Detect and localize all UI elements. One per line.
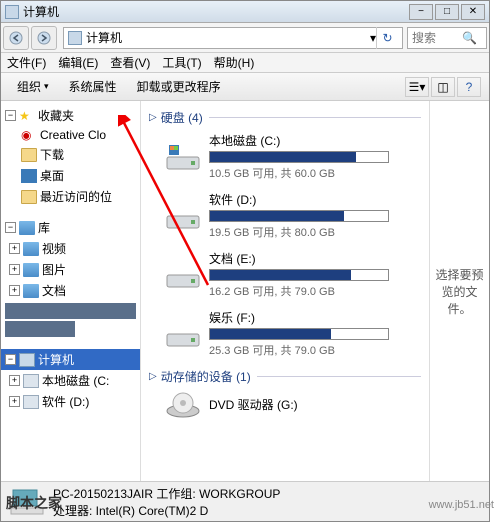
view-options-button[interactable]: ☰▾ bbox=[405, 77, 429, 97]
usage-bar bbox=[209, 151, 389, 163]
command-bar: 组织 系统属性 卸载或更改程序 ☰▾ ◫ ? bbox=[1, 73, 489, 101]
tree-item[interactable]: +图片 bbox=[1, 259, 140, 280]
usage-bar bbox=[209, 269, 389, 281]
preview-text: 选择要预览的文件。 bbox=[434, 266, 485, 317]
drive-stats: 16.2 GB 可用, 共 79.0 GB bbox=[209, 283, 421, 299]
usage-bar bbox=[209, 328, 389, 340]
tree-item[interactable]: 下载 bbox=[1, 144, 140, 165]
preview-pane: 选择要预览的文件。 bbox=[429, 101, 489, 481]
hard-drive-icon bbox=[165, 320, 201, 348]
computer-icon bbox=[19, 353, 35, 367]
status-line1: PC-20150213JAIR 工作组: WORKGROUP bbox=[53, 485, 280, 502]
forward-button[interactable] bbox=[31, 26, 57, 50]
drive-icon bbox=[23, 374, 39, 388]
explorer-window: 计算机 − □ ✕ 计算机 ▾ ↻ 🔍 文件(F) 编辑(E) 查看(V) 工具… bbox=[0, 0, 490, 522]
address-text: 计算机 bbox=[86, 29, 122, 46]
drive-stats: 10.5 GB 可用, 共 60.0 GB bbox=[209, 165, 421, 181]
expand-icon[interactable]: + bbox=[9, 396, 20, 407]
tree-item[interactable]: +视频 bbox=[1, 238, 140, 259]
libraries-icon bbox=[19, 221, 35, 235]
hard-drive-icon bbox=[165, 202, 201, 230]
search-input[interactable] bbox=[412, 31, 462, 45]
desktop-icon bbox=[21, 169, 37, 183]
tree-item[interactable]: ◉Creative Clo bbox=[1, 126, 140, 144]
drive-dvd[interactable]: DVD 驱动器 (G:) bbox=[165, 391, 421, 419]
usage-bar bbox=[209, 210, 389, 222]
tree-item[interactable]: +软件 (D:) bbox=[1, 391, 140, 412]
drive-name: 文档 (E:) bbox=[209, 250, 421, 267]
collapse-icon[interactable]: − bbox=[5, 110, 16, 121]
star-icon: ★ bbox=[19, 109, 35, 123]
drive-name: DVD 驱动器 (G:) bbox=[209, 396, 421, 413]
content-area: −★收藏夹 ◉Creative Clo 下载 桌面 最近访问的位 −库 +视频 … bbox=[1, 101, 489, 481]
expand-icon[interactable]: + bbox=[9, 375, 20, 386]
drive-name: 软件 (D:) bbox=[209, 191, 421, 208]
collapse-icon[interactable]: − bbox=[5, 354, 16, 365]
main-pane: 硬盘 (4) 本地磁盘 (C:) 10.5 GB 可用, 共 60.0 GB 软… bbox=[141, 101, 429, 481]
hard-drive-icon bbox=[165, 261, 201, 289]
tree-item[interactable]: +文档 bbox=[1, 280, 140, 301]
address-bar[interactable]: 计算机 ▾ ↻ bbox=[63, 27, 403, 49]
computer-icon bbox=[68, 31, 82, 45]
hard-drive-icon bbox=[165, 143, 201, 171]
tree-item[interactable]: 桌面 bbox=[1, 165, 140, 186]
group-removable[interactable]: 动存储的设备 (1) bbox=[149, 368, 421, 385]
recent-icon bbox=[21, 190, 37, 204]
group-hard-disks[interactable]: 硬盘 (4) bbox=[149, 109, 421, 126]
menu-bar: 文件(F) 编辑(E) 查看(V) 工具(T) 帮助(H) bbox=[1, 53, 489, 73]
close-button[interactable]: ✕ bbox=[461, 4, 485, 20]
watermark: www.jb51.net bbox=[429, 499, 494, 511]
system-properties-button[interactable]: 系统属性 bbox=[61, 76, 125, 97]
back-button[interactable] bbox=[3, 26, 29, 50]
drive-stats: 19.5 GB 可用, 共 80.0 GB bbox=[209, 224, 421, 240]
downloads-icon bbox=[21, 148, 37, 162]
nav-tree: −★收藏夹 ◉Creative Clo 下载 桌面 最近访问的位 −库 +视频 … bbox=[1, 101, 141, 481]
minimize-button[interactable]: − bbox=[409, 4, 433, 20]
drive-item[interactable]: 本地磁盘 (C:) 10.5 GB 可用, 共 60.0 GB bbox=[165, 132, 421, 181]
menu-view[interactable]: 查看(V) bbox=[110, 54, 150, 71]
drive-icon bbox=[23, 395, 39, 409]
expand-icon[interactable]: + bbox=[9, 243, 20, 254]
drive-stats: 25.3 GB 可用, 共 79.0 GB bbox=[209, 342, 421, 358]
uninstall-button[interactable]: 卸载或更改程序 bbox=[129, 76, 229, 97]
preview-pane-button[interactable]: ◫ bbox=[431, 77, 455, 97]
obscured-region bbox=[5, 321, 75, 337]
documents-icon bbox=[23, 284, 39, 298]
pictures-icon bbox=[23, 263, 39, 277]
search-box[interactable]: 🔍 bbox=[407, 27, 487, 49]
drive-name: 本地磁盘 (C:) bbox=[209, 132, 421, 149]
expand-icon[interactable]: + bbox=[9, 285, 20, 296]
videos-icon bbox=[23, 242, 39, 256]
site-logo: 脚本之家 bbox=[6, 493, 62, 513]
tree-favorites[interactable]: −★收藏夹 bbox=[1, 105, 140, 126]
obscured-region bbox=[5, 303, 136, 319]
menu-help[interactable]: 帮助(H) bbox=[214, 54, 255, 71]
drive-item[interactable]: 软件 (D:) 19.5 GB 可用, 共 80.0 GB bbox=[165, 191, 421, 240]
window-title: 计算机 bbox=[23, 3, 409, 20]
nav-toolbar: 计算机 ▾ ↻ 🔍 bbox=[1, 23, 489, 53]
drive-name: 娱乐 (F:) bbox=[209, 309, 421, 326]
titlebar[interactable]: 计算机 − □ ✕ bbox=[1, 1, 489, 23]
tree-libraries[interactable]: −库 bbox=[1, 217, 140, 238]
organize-button[interactable]: 组织 bbox=[9, 76, 57, 97]
menu-tools[interactable]: 工具(T) bbox=[162, 54, 201, 71]
dvd-drive-icon bbox=[165, 391, 201, 419]
tree-computer[interactable]: −计算机 bbox=[1, 349, 140, 370]
menu-file[interactable]: 文件(F) bbox=[7, 54, 46, 71]
tree-item[interactable]: 最近访问的位 bbox=[1, 186, 140, 207]
maximize-button[interactable]: □ bbox=[435, 4, 459, 20]
drive-item[interactable]: 娱乐 (F:) 25.3 GB 可用, 共 79.0 GB bbox=[165, 309, 421, 358]
refresh-button[interactable]: ↻ bbox=[376, 27, 398, 49]
computer-icon bbox=[5, 5, 19, 19]
collapse-icon[interactable]: − bbox=[5, 222, 16, 233]
creative-cloud-icon: ◉ bbox=[21, 128, 37, 142]
status-line2: 处理器: Intel(R) Core(TM)2 D bbox=[53, 502, 280, 519]
drive-item[interactable]: 文档 (E:) 16.2 GB 可用, 共 79.0 GB bbox=[165, 250, 421, 299]
status-bar: PC-20150213JAIR 工作组: WORKGROUP 处理器: Inte… bbox=[1, 481, 489, 521]
expand-icon[interactable]: + bbox=[9, 264, 20, 275]
help-button[interactable]: ? bbox=[457, 77, 481, 97]
menu-edit[interactable]: 编辑(E) bbox=[58, 54, 98, 71]
search-icon[interactable]: 🔍 bbox=[462, 31, 477, 45]
tree-item[interactable]: +本地磁盘 (C: bbox=[1, 370, 140, 391]
